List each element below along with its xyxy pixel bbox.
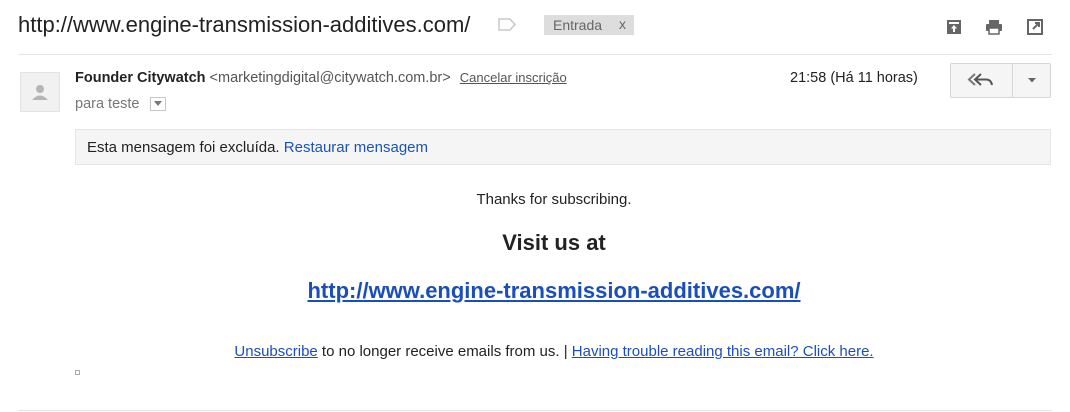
remove-label-button[interactable]: x [619, 16, 626, 32]
deleted-notice-text: Esta mensagem foi excluída. [87, 139, 280, 156]
open-new-window-icon[interactable] [1026, 18, 1044, 36]
recipient-text: para teste [75, 96, 140, 112]
email-footer: Unsubscribe to no longer receive emails … [75, 343, 1033, 360]
tracking-pixel-image [75, 370, 80, 375]
deleted-message-notice: Esta mensagem foi excluída. Restaurar me… [75, 129, 1051, 165]
reply-button-group [950, 63, 1051, 98]
header-divider [18, 54, 1052, 55]
recipient-line: para teste [75, 96, 166, 112]
trouble-reading-link[interactable]: Having trouble reading this email? Click… [572, 343, 874, 360]
restore-message-link[interactable]: Restaurar mensagem [284, 139, 428, 156]
email-subject: http://www.engine-transmission-additives… [18, 12, 471, 37]
sender-email: <marketingdigital@citywatch.com.br> [209, 70, 451, 86]
footer-unsubscribe-link[interactable]: Unsubscribe [234, 343, 317, 360]
inbox-label-chip: Entrada x [544, 15, 634, 35]
label-tag-icon[interactable] [498, 18, 517, 31]
footer-text: to no longer receive emails from us. | [317, 343, 572, 360]
person-icon [32, 85, 48, 100]
reply-all-icon [967, 73, 993, 86]
sender-line: Founder Citywatch <marketingdigital@city… [75, 70, 567, 86]
sender-name: Founder Citywatch [75, 70, 206, 86]
archive-icon[interactable] [945, 18, 963, 36]
chevron-down-icon [153, 101, 162, 107]
message-timestamp: 21:58 (Há 11 horas) [790, 70, 918, 86]
print-icon[interactable] [985, 18, 1003, 36]
more-options-button[interactable] [1012, 64, 1051, 97]
inbox-label-text: Entrada [553, 17, 603, 33]
footer-divider [18, 410, 1052, 411]
unsubscribe-link[interactable]: Cancelar inscrição [460, 70, 567, 85]
sender-avatar [20, 72, 60, 112]
reply-all-button[interactable] [951, 64, 1012, 97]
show-details-button[interactable] [149, 97, 166, 112]
website-link[interactable]: http://www.engine-transmission-additives… [75, 278, 1033, 304]
visit-heading: Visit us at [502, 230, 606, 255]
thanks-text: Thanks for subscribing. [476, 191, 632, 208]
dropdown-arrow-icon [1028, 78, 1036, 83]
